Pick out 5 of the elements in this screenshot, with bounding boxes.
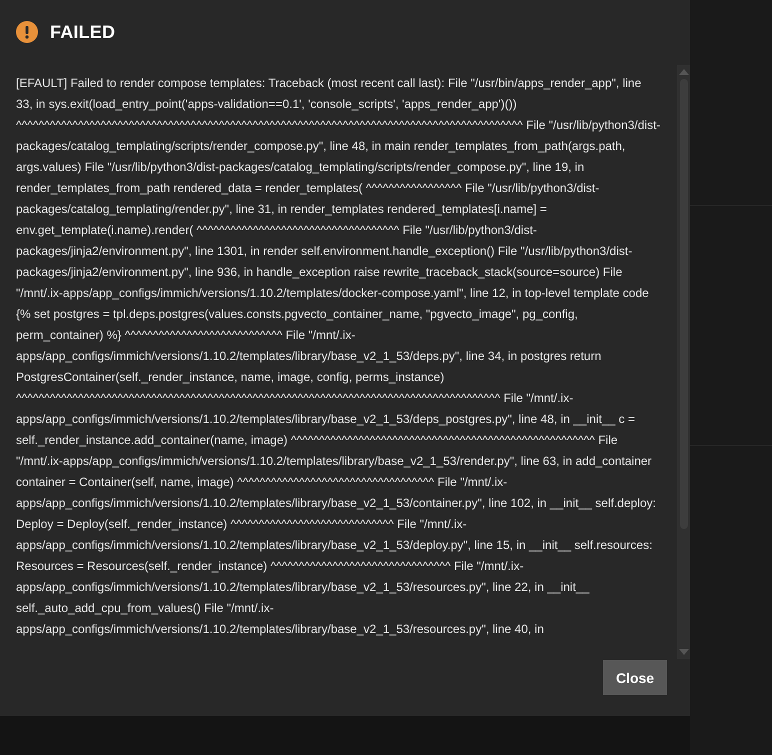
scrollbar[interactable] bbox=[677, 65, 690, 659]
dialog-title: FAILED bbox=[50, 22, 116, 42]
error-message: [EFAULT] Failed to render compose templates: Traceback (most recent call last): File "/usr/bin/apps_render_app", line 33, in sys.exit(load_entry_point('apps-validation==0.1', 'console_scripts', 'apps_render_app')()) ^^^^^^^^^^^^^^^^^^^^^^^^^^^^^^^^^^^^^^^^^^^^^^^^^^^^^^^^^^^^^^^^^^^^^^^^^^^^^^^^^^^^^^^^^^ File "/usr/lib/python3/dist-packages/catalog_templating/scripts/render_compose.py", line 48, in main render_templates_from_path(args.path, args.values) File "/usr/lib/python3/dist-packages/catalog_templating/scripts/render_compose.py", line 19, in render_templates_from_path rendered_data = render_templates( ^^^^^^^^^^^^^^^^^ File "/usr/lib/python3/dist-packages/catalog_templating/render.py", line 31, in render_templates rendered_templates[i.name] = env.get_template(i.name).render( ^^^^^^^^^^^^^^^^^^^^^^^^^^^^^^^^^^^^ File "/usr/lib/python3/dist-packages/jinja2/environment.py", line 1301, in render self.environment.handle_exception() File "/usr/lib/python3/dist-packages/jinja2/environment.py", line 936, in handle_exception raise rewrite_traceback_stack(source=source) File "/mnt/.ix-apps/app_configs/immich/versions/1.10.2/templates/docker-compose.yaml", line 12, in top-level template code {% set postgres = tpl.deps.postgres(values.consts.pgvecto_container_name, "pgvecto_image", pg_config, perm_container) %} ^^^^^^^^^^^^^^^^^^^^^^^^^^^^ File "/mnt/.ix-apps/app_configs/immich/versions/1.10.2/templates/library/base_v2_1_53/deps.py", line 34, in postgres return PostgresContainer(self._render_instance, name, image, config, perms_instance) ^^^^^^^^^^^^^^^^^^^^^^^^^^^^^^^^^^^^^^^^^^^^^^^^^^^^^^^^^^^^^^^^^^^^^^^^^^^^^^^^^^^^^^ File "/mnt/.ix-apps/app_configs/immich/versions/1.10.2/templates/library/base_v2_1_53/deps_postgres.py", line 48, in __init__ c = self._render_instance.add_container(name, image) ^^^^^^^^^^^^^^^^^^^^^^^^^^^^^^^^^^^^^^^^^^^^^^^^^^^^^^ File "/mnt/.ix-apps/app_configs/immich/versions/1.10.2/templates/library/base_v2_1_53/render.py", line 63, in add_container container = Container(self, name, image) ^^^^^^^^^^^^^^^^^^^^^^^^^^^^^^^^^^^ File "/mnt/.ix-apps/app_configs/immich/versions/1.10.2/templates/library/base_v2_1_53/container.py", line 102, in __init__ self.deploy: Deploy = Deploy(self._render_instance) ^^^^^^^^^^^^^^^^^^^^^^^^^^^^^ File "/mnt/.ix-apps/app_configs/immich/versions/1.10.2/templates/library/base_v2_1_53/deploy.py", line 15, in __init__ self.resources: Resources = Resources(self._render_instance) ^^^^^^^^^^^^^^^^^^^^^^^^^^^^^^^^ File "/mnt/.ix-apps/app_configs/immich/versions/1.10.2/templates/library/base_v2_1_53/resources.py", line 22, in __init__ self._auto_add_cpu_from_values() File "/mnt/.ix-apps/app_configs/immich/versions/1.10.2/templates/library/base_v2_1_53/resources.py", line 40, in bbox=[15, 75, 662, 638]
warning-icon bbox=[16, 21, 38, 43]
close-button[interactable]: Close bbox=[603, 660, 667, 695]
